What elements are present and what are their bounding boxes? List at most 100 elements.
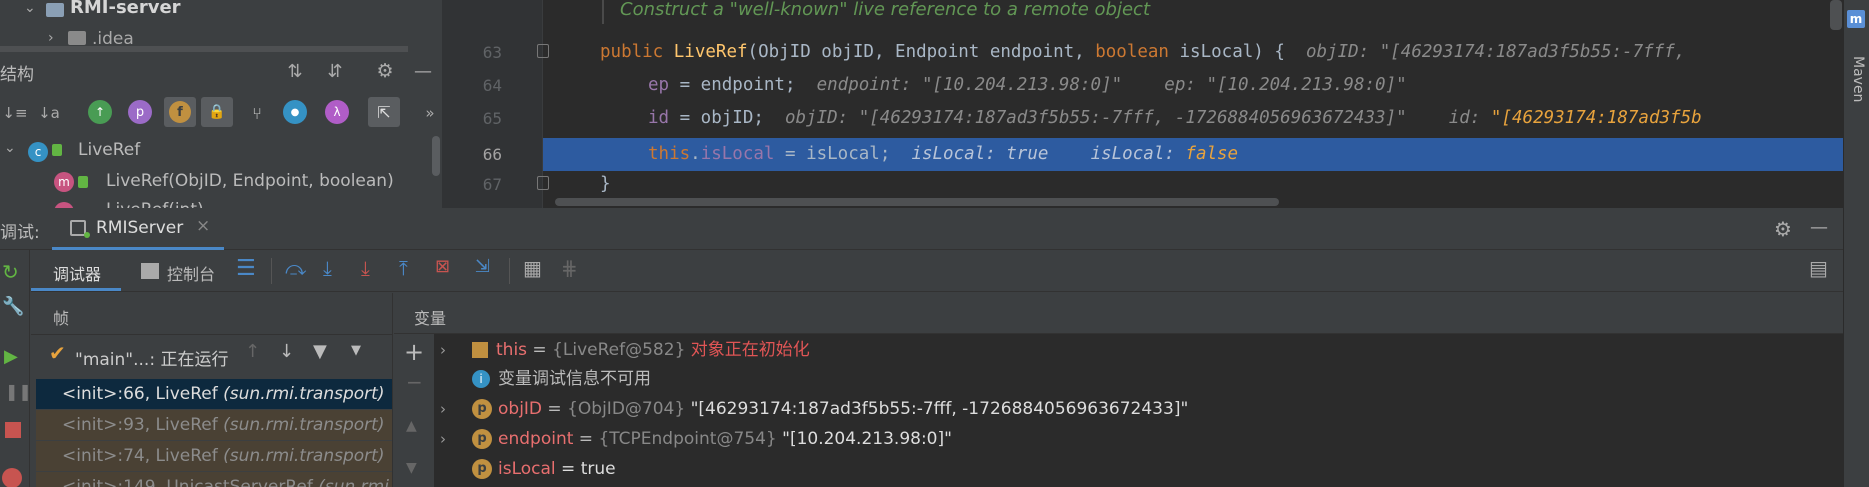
tab-debugger[interactable]: 调试器 xyxy=(53,261,101,285)
inline-value-hint: endpoint: "[10.204.213.98:0]" xyxy=(816,75,1123,95)
sort-alpha-icon[interactable]: ↓a xyxy=(36,100,62,126)
editor-vertical-scrollbar[interactable] xyxy=(1830,0,1842,30)
method-label-partial[interactable]: LiveRef(int) xyxy=(106,200,204,208)
tab-console[interactable]: 控制台 xyxy=(167,261,215,285)
comment-indent-guide xyxy=(602,0,604,24)
anonymous-class-icon[interactable]: ● xyxy=(283,100,307,124)
view-breakpoints-icon[interactable] xyxy=(2,468,22,487)
expand-all-icon[interactable]: ⇅ xyxy=(282,58,308,84)
code-line-63: public LiveRef(ObjID objID, Endpoint end… xyxy=(600,42,1686,62)
code-line-67: } xyxy=(600,174,611,194)
partial-row: m LiveRef(int) xyxy=(0,198,440,208)
inline-value-hint: objID: "[46293174:187ad3f5b55:-7fff, xyxy=(1305,42,1686,62)
pause-icon[interactable]: ❚❚ xyxy=(5,382,32,401)
fold-icon[interactable] xyxy=(537,44,549,58)
field-icon: f xyxy=(169,101,191,123)
fold-icon[interactable] xyxy=(537,176,549,190)
arrow-down-icon[interactable]: ↓ xyxy=(279,341,294,362)
move-down-icon[interactable]: ▼ xyxy=(406,460,417,476)
maven-icon[interactable]: m xyxy=(1847,10,1865,28)
lambda-icon[interactable]: λ xyxy=(325,100,349,124)
class-label[interactable]: LiveRef xyxy=(78,140,140,160)
code-line-65: id = objID; objID: "[46293174:187ad3f5b5… xyxy=(648,108,1702,128)
minimize-icon[interactable]: — xyxy=(1810,217,1828,238)
variables-side-toolbar: + − ▲ ▼ xyxy=(394,334,434,487)
trace-icon[interactable]: ⋕ xyxy=(561,256,578,280)
inherited-icon[interactable]: ↑ xyxy=(88,100,112,124)
line-number: 67 xyxy=(482,175,502,194)
close-tab-icon[interactable]: × xyxy=(196,216,210,236)
drop-frame-icon[interactable]: ⊠ xyxy=(435,256,450,277)
evaluate-expression-icon[interactable]: ▦ xyxy=(523,256,542,280)
dropdown-icon[interactable]: ▼ xyxy=(351,343,361,358)
var-this[interactable]: this = {LiveRef@582} 对象正在初始化 xyxy=(472,335,810,365)
var-islocal[interactable]: p isLocal = true xyxy=(472,454,616,484)
debug-side-toolbar: ↻ 🔧 ▶ ❚❚ xyxy=(0,250,32,487)
run-to-cursor-icon[interactable]: ⇲ xyxy=(475,256,490,277)
var-objid[interactable]: p objID = {ObjID@704} "[46293174:187ad3f5… xyxy=(472,394,1188,424)
folder-icon xyxy=(68,31,86,45)
add-watch-icon[interactable]: + xyxy=(404,338,424,366)
chevron-right-icon[interactable]: › xyxy=(440,430,446,448)
toolbar-separator xyxy=(271,258,272,284)
gear-icon[interactable]: ⚙ xyxy=(1774,217,1792,241)
session-tab[interactable]: RMIServer xyxy=(96,218,183,238)
public-icon xyxy=(78,176,88,188)
fields-toggle[interactable]: f xyxy=(164,97,196,127)
properties-icon[interactable]: p xyxy=(128,100,152,124)
variables-header: 变量 xyxy=(414,309,447,328)
gear-icon[interactable]: ⚙ xyxy=(372,58,398,84)
collapse-all-icon[interactable]: ⇵ xyxy=(322,58,348,84)
right-tool-strip: m Maven xyxy=(1843,0,1869,487)
frame-row[interactable]: <init>:74, LiveRef (sun.rmi.transport) xyxy=(36,441,392,471)
chevron-down-icon[interactable]: ⌄ xyxy=(4,140,16,156)
chevron-right-icon[interactable]: › xyxy=(440,400,446,418)
more-icon[interactable]: » xyxy=(420,100,440,126)
line-number: 64 xyxy=(482,76,502,95)
vertical-scrollbar[interactable] xyxy=(432,136,440,176)
rerun-icon[interactable]: ↻ xyxy=(2,260,19,284)
hierarchy-icon[interactable]: ⑂ xyxy=(244,100,270,126)
frame-row[interactable]: <init>:149, UnicastServerRef (sun.rmi.se… xyxy=(36,472,392,487)
chevron-right-icon[interactable]: › xyxy=(440,341,446,359)
chevron-down-icon[interactable]: ⌄ xyxy=(24,0,36,16)
thread-selector[interactable]: "main"...: 正在运行 xyxy=(75,345,228,370)
wrench-icon[interactable]: 🔧 xyxy=(2,296,24,317)
step-out-icon[interactable]: ⤒ xyxy=(399,256,408,280)
step-into-icon[interactable]: ⤓ xyxy=(323,256,332,280)
arrow-up-icon[interactable]: ↑ xyxy=(245,341,260,362)
layout-menu-icon[interactable]: ☰ xyxy=(236,256,256,281)
method-icon: m xyxy=(54,172,74,192)
inline-value-hint: isLocal: true xyxy=(911,144,1049,164)
debug-tabs-toolbar: 调试器 控制台 ☰ ⤼ ⤓ ⤓ ⤒ ⊠ ⇲ ▦ ⋕ ▤ xyxy=(31,250,1843,292)
sort-by-type-icon[interactable]: ↓≡ xyxy=(2,100,28,126)
line-number-current: 66 xyxy=(482,145,502,164)
info-icon: i xyxy=(472,370,490,388)
var-endpoint[interactable]: p endpoint = {TCPEndpoint@754} "[10.204.2… xyxy=(472,424,952,454)
step-over-icon[interactable]: ⤼ xyxy=(285,256,306,280)
autoscroll-icon[interactable]: ⇱ xyxy=(368,97,400,127)
filter-icon[interactable]: ▼ xyxy=(313,341,327,362)
inline-value-hint: objID: "[46293174:187ad3f5b55:-7fff, -17… xyxy=(784,108,1407,128)
remove-watch-icon[interactable]: − xyxy=(406,370,423,394)
frame-row[interactable]: <init>:93, LiveRef (sun.rmi.transport) xyxy=(36,410,392,440)
structure-title: 结构 xyxy=(0,65,34,85)
minimize-icon[interactable]: — xyxy=(410,58,436,84)
chevron-right-icon[interactable]: › xyxy=(48,30,54,46)
line-number: 63 xyxy=(482,43,502,62)
stop-icon[interactable] xyxy=(5,422,21,438)
inline-value-hint: id: xyxy=(1448,108,1491,128)
class-icon: c xyxy=(28,142,48,162)
frame-row-selected[interactable]: <init>:66, LiveRef (sun.rmi.transport) xyxy=(36,379,392,409)
code-line-64: ep = endpoint; endpoint: "[10.204.213.98… xyxy=(648,75,1407,95)
force-step-into-icon[interactable]: ⤓ xyxy=(361,256,370,280)
resume-icon[interactable]: ▶ xyxy=(4,346,18,367)
maven-tab-label[interactable]: Maven xyxy=(1850,56,1866,102)
inline-value-hint: isLocal: xyxy=(1090,144,1186,164)
editor-horizontal-scrollbar[interactable] xyxy=(555,198,1279,206)
method-label[interactable]: LiveRef(ObjID, Endpoint, boolean) xyxy=(106,171,394,191)
non-public-toggle-lock-icon[interactable]: 🔒 xyxy=(201,97,233,127)
project-root-label[interactable]: RMI-server xyxy=(70,0,181,18)
restore-layout-icon[interactable]: ▤ xyxy=(1809,256,1828,280)
move-up-icon[interactable]: ▲ xyxy=(406,418,417,434)
